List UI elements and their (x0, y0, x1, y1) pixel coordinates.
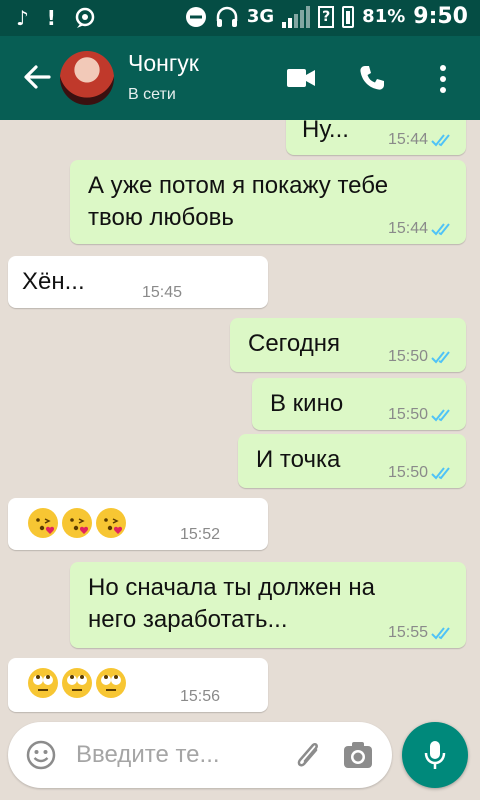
message-input[interactable] (76, 736, 276, 774)
network-type: 3G (246, 6, 275, 27)
mic-icon (424, 741, 446, 769)
message-time: 15:56 (179, 688, 220, 705)
message-time: 15:50 (387, 406, 428, 423)
read-receipt-icon (431, 351, 450, 364)
contact-status: В сети (128, 86, 176, 103)
battery-charging-icon (342, 5, 355, 28)
do-not-disturb-icon (185, 6, 206, 27)
voice-message-button[interactable] (402, 722, 468, 788)
message-text: Хён... (22, 268, 85, 295)
message-bubble-incoming[interactable]: 15:56 (8, 658, 268, 712)
message-bubble-outgoing[interactable]: Сегодня 15:50 (230, 318, 466, 372)
message-bubble-incoming[interactable]: Хён... 15:45 (8, 256, 268, 308)
back-arrow-icon[interactable] (22, 62, 52, 92)
camera-icon[interactable] (342, 740, 374, 770)
message-time: 15:52 (179, 526, 220, 543)
headset-icon (216, 6, 238, 27)
message-text: Но сначала ты должен на него заработать.… (88, 574, 375, 633)
signal-icon (282, 5, 311, 28)
message-bubble-outgoing[interactable]: Ну... 15:44 (286, 120, 466, 155)
message-time: 15:55 (387, 624, 428, 641)
face-blowing-kiss-emoji (62, 508, 92, 538)
message-list[interactable]: Ну... 15:44 А уже потом я покажу тебе тв… (0, 120, 480, 720)
read-receipt-icon (431, 627, 450, 640)
phone-call-icon[interactable] (358, 64, 386, 92)
emoji-icon[interactable] (26, 740, 56, 770)
message-text: В кино (270, 390, 344, 417)
message-bubble-outgoing[interactable]: В кино 15:50 (252, 378, 466, 430)
message-text: Сегодня (248, 330, 340, 357)
read-receipt-icon (431, 134, 450, 147)
face-rolling-eyes-emoji (62, 668, 92, 698)
face-rolling-eyes-emoji (96, 668, 126, 698)
message-time: 15:50 (387, 348, 428, 365)
message-bubble-incoming[interactable]: 15:52 (8, 498, 268, 550)
music-note-icon: ♪ (16, 6, 29, 30)
more-options-icon[interactable] (438, 64, 448, 94)
face-rolling-eyes-emoji (28, 668, 58, 698)
clock: 9:50 (413, 4, 468, 29)
read-receipt-icon (431, 223, 450, 236)
read-receipt-icon (431, 409, 450, 422)
message-time: 15:50 (387, 464, 428, 481)
message-bubble-outgoing[interactable]: И точка 15:50 (238, 434, 466, 488)
attach-icon[interactable] (294, 738, 324, 772)
avatar[interactable] (60, 51, 114, 105)
message-time: 15:44 (387, 220, 428, 237)
message-text: А уже потом я покажу тебе твою любовь (88, 172, 389, 231)
video-call-icon[interactable] (286, 66, 316, 90)
message-bubble-outgoing[interactable]: А уже потом я покажу тебе твою любовь 15… (70, 160, 466, 244)
message-bubble-outgoing[interactable]: Но сначала ты должен на него заработать.… (70, 562, 466, 648)
face-blowing-kiss-emoji (28, 508, 58, 538)
face-blowing-kiss-emoji (96, 508, 126, 538)
battery-percent: 81% (362, 6, 406, 27)
status-bar: ♪ ! 3G ? 81% 9:50 (0, 0, 480, 36)
message-text: И точка (256, 446, 341, 473)
message-text: Ну... (302, 120, 349, 143)
sim-unknown-icon: ? (318, 5, 335, 28)
composer (8, 722, 392, 788)
message-time: 15:45 (141, 284, 182, 301)
read-receipt-icon (431, 467, 450, 480)
alert-icon: ! (46, 6, 56, 30)
message-time: 15:44 (387, 131, 428, 148)
chat-header: Чонгук В сети (0, 36, 480, 120)
contact-name[interactable]: Чонгук (128, 50, 199, 77)
notification-icon (75, 7, 95, 28)
